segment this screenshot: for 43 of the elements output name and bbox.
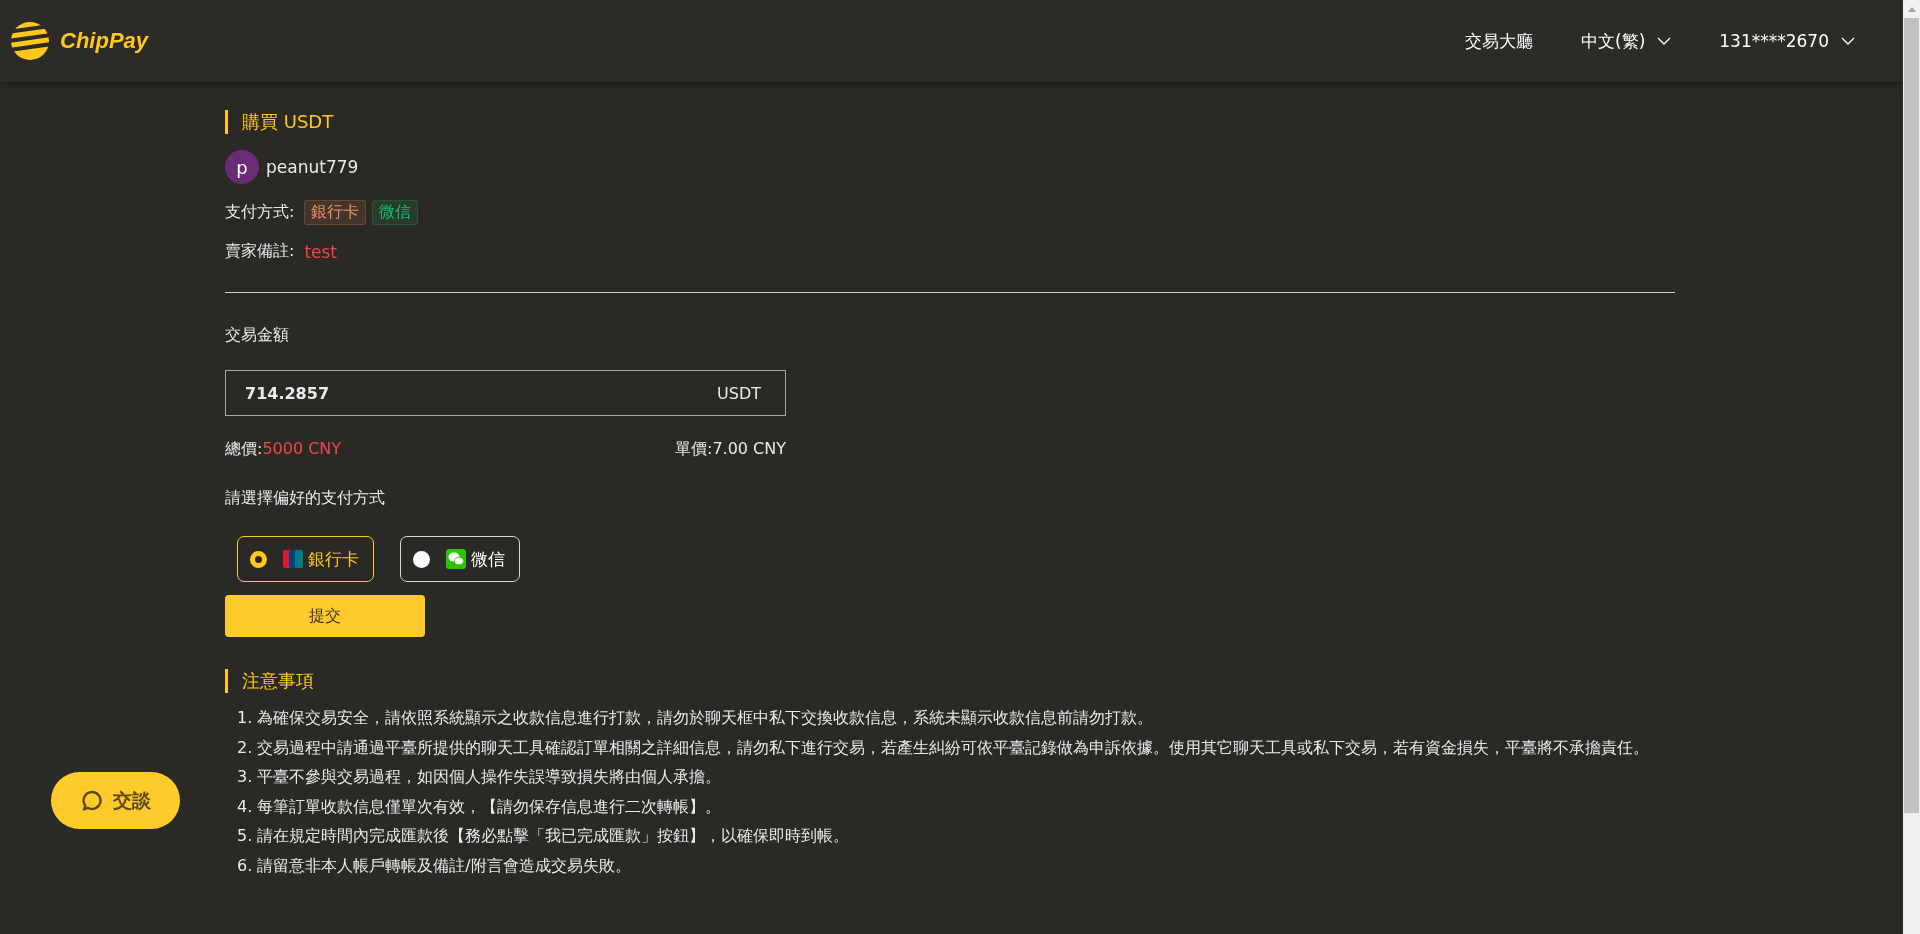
striped-ball-logo-icon <box>10 21 50 61</box>
section-title: 購買 USDT <box>225 110 1675 134</box>
notice-text: 3. 平臺不參與交易過程，如因個人操作失誤導致損失將由個人承擔。 <box>237 766 723 789</box>
price-value: 7.00 CNY <box>712 439 786 458</box>
notice-text: 4. 每筆訂單收款信息僅單次有效，【請勿保存信息進行二次轉帳】。 <box>237 795 723 818</box>
amount-label: 交易金額 <box>225 325 290 346</box>
speech-bubble-icon <box>80 789 103 812</box>
submit-button[interactable]: 提交 <box>225 595 425 637</box>
caret-icon <box>1841 37 1855 45</box>
chat-button[interactable]: 交談 <box>51 772 180 829</box>
payment-tag: 銀行卡 <box>304 200 367 225</box>
nav-link[interactable]: 交易大廳 <box>1465 29 1533 53</box>
radio-icon <box>413 550 430 568</box>
chat-bubbles-icon <box>446 549 466 569</box>
language-dropdown[interactable]: 中文(繁) <box>1581 29 1672 53</box>
notice-text: 6. 請留意非本人帳戶轉帳及備註/附言會造成交易失敗。 <box>237 854 632 877</box>
payment-option[interactable]: 微信 <box>400 536 520 582</box>
notice-text: 2. 交易過程中請通過平臺所提供的聊天工具確認訂單相關之詳細信息，請勿私下進行交易，若產生糾紛可依平臺記錄做為申訴依據。使用其它聊天工具或私下交易，若有資金損失，平臺將不承擔責任。 <box>237 736 1651 759</box>
section-title: 注意事項 <box>225 669 1675 693</box>
remark-label: 賣家備註: <box>225 241 295 262</box>
logo-text[interactable]: ChipPay <box>60 28 149 54</box>
total-label: 總價: <box>225 439 263 458</box>
up-arrow-icon <box>1907 7 1916 12</box>
payment-option[interactable]: 銀行卡 <box>237 536 374 582</box>
seller-name: peanut779 <box>266 157 359 177</box>
scrollbar[interactable] <box>1903 0 1920 934</box>
method-prompt: 請選擇偏好的支付方式 <box>225 488 386 509</box>
bank-card-icon <box>283 549 303 569</box>
price-label: 單價: <box>675 439 713 458</box>
amount-field[interactable]: 714.2857 USDT <box>225 370 786 416</box>
payment-label: 支付方式: <box>225 202 295 223</box>
radio-icon <box>250 550 267 568</box>
amount-value: 714.2857 <box>245 383 329 403</box>
remark-text: test <box>304 241 338 262</box>
avatar: p <box>225 150 259 184</box>
notice-text: 5. 請在規定時間內完成匯款後【務必點擊「我已完成匯款」按鈕】，以確保即時到帳。 <box>237 825 851 848</box>
scrollbar-thumb[interactable] <box>1904 18 1919 813</box>
notice-text: 1. 為確保交易安全，請依照系統顯示之收款信息進行打款，請勿於聊天框中私下交換收款信息，系統未顯示收款信息前請勿打款。 <box>237 707 1155 729</box>
unit-label: USDT <box>717 383 761 403</box>
user-dropdown[interactable]: 131****2670 <box>1719 31 1855 51</box>
total-value: 5000 CNY <box>262 439 342 458</box>
caret-icon <box>1657 37 1672 45</box>
payment-tag: 微信 <box>372 200 419 225</box>
